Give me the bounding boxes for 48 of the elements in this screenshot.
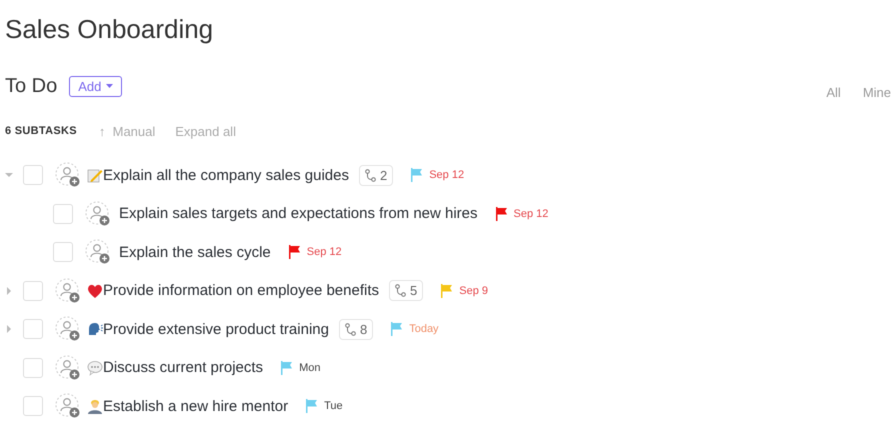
assignee-icon[interactable]: [55, 162, 81, 188]
assignee-icon[interactable]: [85, 239, 111, 266]
subtask-count[interactable]: 8: [338, 318, 374, 340]
subtask-count-label: 6 SUBTASKS: [5, 125, 77, 137]
task-checkbox[interactable]: [53, 242, 73, 262]
subtask-icon: [395, 284, 406, 298]
assignee-icon[interactable]: [55, 278, 81, 304]
flag-icon[interactable]: [496, 206, 508, 221]
assignee-icon[interactable]: [55, 316, 81, 342]
caret-icon[interactable]: [5, 171, 13, 180]
subtask-count[interactable]: 5: [389, 280, 424, 302]
assignee-icon[interactable]: [85, 200, 111, 227]
due-date[interactable]: Tue: [324, 400, 343, 412]
due-date[interactable]: Sep 9: [459, 284, 488, 297]
flag-icon[interactable]: [288, 245, 301, 260]
task-name[interactable]: Provide information on employee benefits: [103, 282, 379, 300]
task-name[interactable]: Explain the sales cycle: [119, 244, 271, 261]
task-name[interactable]: Explain all the company sales guides: [103, 166, 349, 184]
task-checkbox[interactable]: [23, 280, 43, 301]
task-checkbox[interactable]: [23, 396, 43, 416]
speech-bubble-icon: [87, 360, 103, 376]
subtask-count[interactable]: 2: [358, 164, 394, 186]
due-date[interactable]: Mon: [299, 362, 320, 374]
due-date[interactable]: Sep 12: [429, 169, 464, 182]
task-checkbox[interactable]: [23, 165, 43, 186]
task-checkbox[interactable]: [53, 204, 73, 224]
subtask-icon: [364, 168, 376, 182]
assignee-icon[interactable]: [55, 393, 81, 420]
due-date[interactable]: Sep 12: [306, 246, 342, 258]
task-checkbox[interactable]: [23, 358, 43, 378]
memo-pencil-icon: [87, 167, 103, 184]
subtask-icon: [344, 322, 356, 336]
page-title: Sales Onboarding: [4, 13, 214, 45]
task-name[interactable]: Explain sales targets and expectations from new hires: [119, 205, 478, 222]
task-name[interactable]: Provide extensive product training: [103, 320, 329, 338]
task-checkbox[interactable]: [23, 319, 43, 340]
heart-icon: [87, 282, 103, 299]
speaking-head-icon: [87, 321, 103, 338]
task-name[interactable]: Establish a new hire mentor: [103, 398, 288, 415]
caret-icon[interactable]: [5, 286, 13, 295]
task-name[interactable]: Discuss current projects: [103, 359, 264, 376]
group-title: To Do: [5, 74, 58, 98]
person-icon: [87, 398, 103, 414]
due-date[interactable]: Sep 12: [514, 208, 548, 220]
caret-icon[interactable]: [5, 325, 13, 334]
caret-icon: [106, 84, 114, 88]
assignee-icon[interactable]: [55, 354, 81, 381]
add-button[interactable]: Add: [69, 76, 122, 96]
